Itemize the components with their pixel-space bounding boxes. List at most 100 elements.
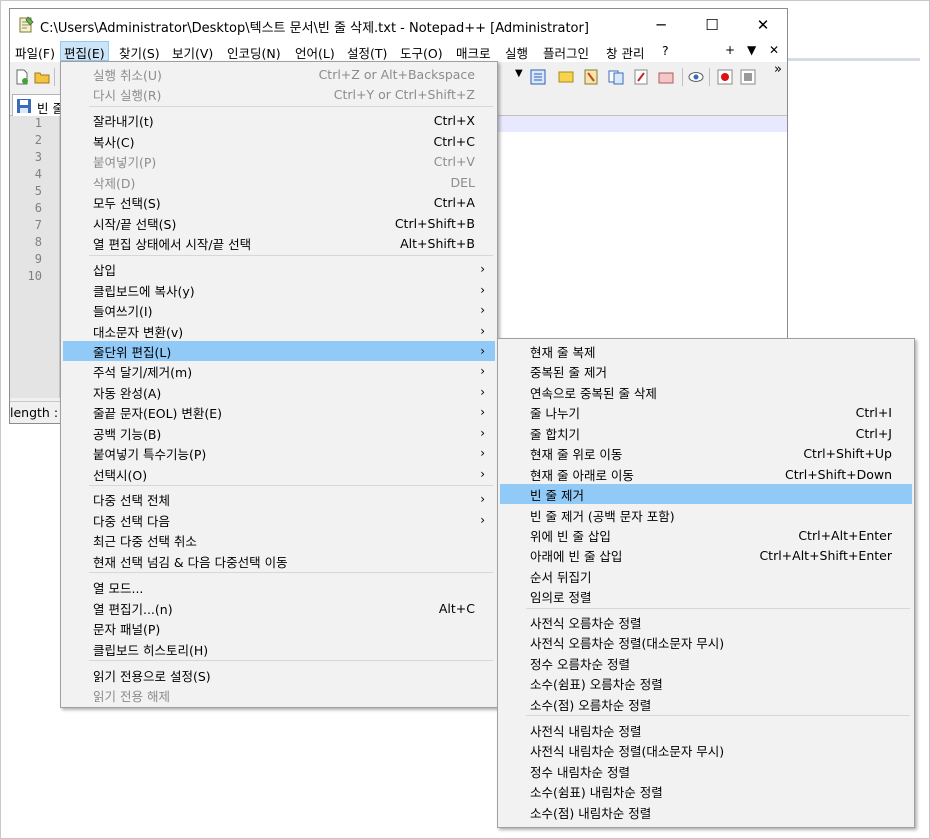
line-menu-item[interactable]: 위에 빈 줄 삽입 Ctrl+Alt+Enter: [500, 525, 912, 545]
title-bar[interactable]: C:\Users\Administrator\Desktop\텍스트 문서\빈 …: [10, 9, 787, 40]
tab-list-button[interactable]: ▼: [747, 43, 756, 57]
menu-edit[interactable]: 편집(E): [60, 41, 109, 61]
line-menu-item[interactable]: 연속으로 중복된 줄 삭제: [500, 382, 912, 402]
menu-encoding[interactable]: 인코딩(N): [227, 43, 281, 62]
user-lang-icon[interactable]: [558, 69, 574, 85]
record-macro-icon[interactable]: [717, 69, 733, 85]
edit-menu-item[interactable]: 자동 완성(A) ›: [63, 382, 495, 402]
toolbar-overflow-icon[interactable]: »: [774, 62, 782, 77]
line-menu-item[interactable]: 소수(쉼표) 내림차순 정렬: [500, 781, 912, 801]
line-menu-item[interactable]: 빈 줄 제거 (공백 문자 포함): [500, 505, 912, 525]
edit-menu-item[interactable]: 주석 달기/제거(m) ›: [63, 361, 495, 381]
menu-view[interactable]: 보기(V): [172, 43, 213, 62]
edit-menu-dropdown: 실행 취소(U) Ctrl+Z or Alt+Backspace 다시 실행(R) C…: [60, 61, 498, 708]
line-menu-item[interactable]: 소수(점) 오름차순 정렬: [500, 694, 912, 714]
edit-menu-item[interactable]: 줄끝 문자(EOL) 변환(E) ›: [63, 402, 495, 422]
edit-menu-item: 읽기 전용 해제: [63, 685, 495, 705]
edit-menu-item[interactable]: 잘라내기(t) Ctrl+X: [63, 110, 495, 130]
edit-menu-item[interactable]: 공백 기능(B) ›: [63, 423, 495, 443]
edit-menu-item[interactable]: 다중 선택 전체 ›: [63, 489, 495, 509]
menu-help[interactable]: ?: [662, 43, 669, 58]
menu-item-label: 문자 패널(P): [93, 621, 161, 637]
close-window-button[interactable]: ✕: [740, 9, 786, 40]
edit-menu-item[interactable]: 열 모드...: [63, 577, 495, 597]
edit-menu-item[interactable]: 다중 선택 다음 ›: [63, 510, 495, 530]
menu-file[interactable]: 파일(F): [15, 43, 55, 62]
stop-macro-icon[interactable]: [740, 69, 756, 85]
new-tab-button[interactable]: +: [725, 43, 735, 57]
line-menu-item[interactable]: 임의로 정렬: [500, 586, 912, 606]
line-number: 3: [34, 150, 42, 164]
edit-menu-item[interactable]: 선택시(O) ›: [63, 464, 495, 484]
maximize-button[interactable]: ☐: [689, 9, 735, 40]
notepad-app-icon: [19, 16, 34, 33]
line-menu-item[interactable]: 사전식 오름차순 정렬: [500, 612, 912, 632]
menu-item-label: 연속으로 중복된 줄 삭제: [530, 385, 657, 401]
window-title: C:\Users\Administrator\Desktop\텍스트 문서\빈 …: [40, 21, 589, 36]
submenu-arrow-icon: ›: [480, 344, 485, 358]
menu-item-label: 잘라내기(t): [93, 113, 154, 129]
edit-menu-item[interactable]: 복사(C) Ctrl+C: [63, 131, 495, 151]
edit-menu-item[interactable]: 대소문자 변환(v) ›: [63, 321, 495, 341]
edit-menu-item[interactable]: 들여쓰기(I) ›: [63, 300, 495, 320]
edit-menu-item[interactable]: 열 편집기...(n) Alt+C: [63, 598, 495, 618]
doc-list-icon[interactable]: [608, 69, 624, 85]
line-menu-item[interactable]: 현재 줄 아래로 이동 Ctrl+Shift+Down: [500, 464, 912, 484]
line-menu-item[interactable]: 사전식 내림차순 정렬(대소문자 무시): [500, 740, 912, 760]
menu-run[interactable]: 실행: [505, 43, 528, 62]
edit-menu-item[interactable]: 붙여넣기 특수기능(P) ›: [63, 443, 495, 463]
open-file-icon[interactable]: [34, 69, 50, 85]
line-menu-item[interactable]: 빈 줄 제거: [500, 484, 912, 504]
line-menu-item[interactable]: 순서 뒤집기: [500, 566, 912, 586]
line-menu-item[interactable]: 현재 줄 위로 이동 Ctrl+Shift+Up: [500, 443, 912, 463]
menu-tools[interactable]: 도구(O): [400, 43, 443, 62]
menu-item-shortcut: Alt+C: [438, 600, 475, 616]
edit-menu-item[interactable]: 현재 선택 넘김 & 다음 다중선택 이동: [63, 551, 495, 571]
function-list-icon[interactable]: [633, 69, 649, 85]
dropdown-arrow-icon[interactable]: ▼: [515, 68, 523, 79]
line-menu-item[interactable]: 줄 합치기 Ctrl+J: [500, 423, 912, 443]
edit-menu-item[interactable]: 최근 다중 선택 취소: [63, 530, 495, 550]
menu-language[interactable]: 언어(L): [295, 43, 335, 62]
menu-search[interactable]: 찾기(S): [119, 43, 160, 62]
menu-macro[interactable]: 매크로: [456, 43, 491, 62]
line-menu-item[interactable]: 사전식 내림차순 정렬: [500, 720, 912, 740]
line-menu-item[interactable]: 소수(쉼표) 오름차순 정렬: [500, 673, 912, 693]
menu-item-label: 빈 줄 제거: [530, 487, 584, 503]
line-menu-item[interactable]: 정수 내림차순 정렬: [500, 761, 912, 781]
folder-workspace-icon[interactable]: [658, 69, 674, 85]
line-menu-item[interactable]: 중복된 줄 제거: [500, 361, 912, 381]
menu-item-label: 클립보드 히스토리(H): [93, 642, 209, 658]
line-menu-item[interactable]: 아래에 빈 줄 삽입 Ctrl+Alt+Shift+Enter: [500, 545, 912, 565]
line-menu-item[interactable]: 정수 오름차순 정렬: [500, 653, 912, 673]
menu-plugins[interactable]: 플러그인: [543, 43, 589, 62]
edit-menu-item[interactable]: 클립보드에 복사(y) ›: [63, 280, 495, 300]
close-tab-button[interactable]: ✕: [769, 43, 779, 57]
minimize-button[interactable]: ─: [638, 9, 684, 40]
line-menu-item[interactable]: 사전식 오름차순 정렬(대소문자 무시): [500, 632, 912, 652]
line-menu-item[interactable]: 줄 나누기 Ctrl+I: [500, 402, 912, 422]
menu-settings[interactable]: 설정(T): [347, 43, 387, 62]
line-menu-item[interactable]: 현재 줄 복제: [500, 341, 912, 361]
edit-menu-item[interactable]: 삽입 ›: [63, 259, 495, 279]
menu-separator: [89, 485, 493, 486]
doc-map-icon[interactable]: [583, 69, 599, 85]
menu-window[interactable]: 창 관리: [606, 43, 644, 62]
edit-menu-item[interactable]: 열 편집 상태에서 시작/끝 선택 Alt+Shift+B: [63, 233, 495, 253]
line-menu-item[interactable]: 소수(점) 내림차순 정렬: [500, 802, 912, 822]
edit-menu-item[interactable]: 문자 패널(P): [63, 618, 495, 638]
line-number: 7: [34, 218, 42, 232]
submenu-arrow-icon: ›: [480, 262, 485, 276]
new-file-icon[interactable]: [14, 69, 30, 85]
monitoring-eye-icon[interactable]: [688, 69, 704, 85]
submenu-arrow-icon: ›: [480, 513, 485, 527]
edit-menu-item[interactable]: 시작/끝 선택(S) Ctrl+Shift+B: [63, 213, 495, 233]
indent-guide-icon[interactable]: [530, 69, 546, 85]
edit-menu-item[interactable]: 읽기 전용으로 설정(S): [63, 665, 495, 685]
line-number: 9: [34, 252, 42, 266]
submenu-arrow-icon: ›: [480, 364, 485, 378]
menu-item-label: 시작/끝 선택(S): [93, 216, 177, 232]
edit-menu-item[interactable]: 클립보드 히스토리(H): [63, 639, 495, 659]
edit-menu-item[interactable]: 줄단위 편집(L) ›: [63, 341, 495, 361]
edit-menu-item[interactable]: 모두 선택(S) Ctrl+A: [63, 192, 495, 212]
